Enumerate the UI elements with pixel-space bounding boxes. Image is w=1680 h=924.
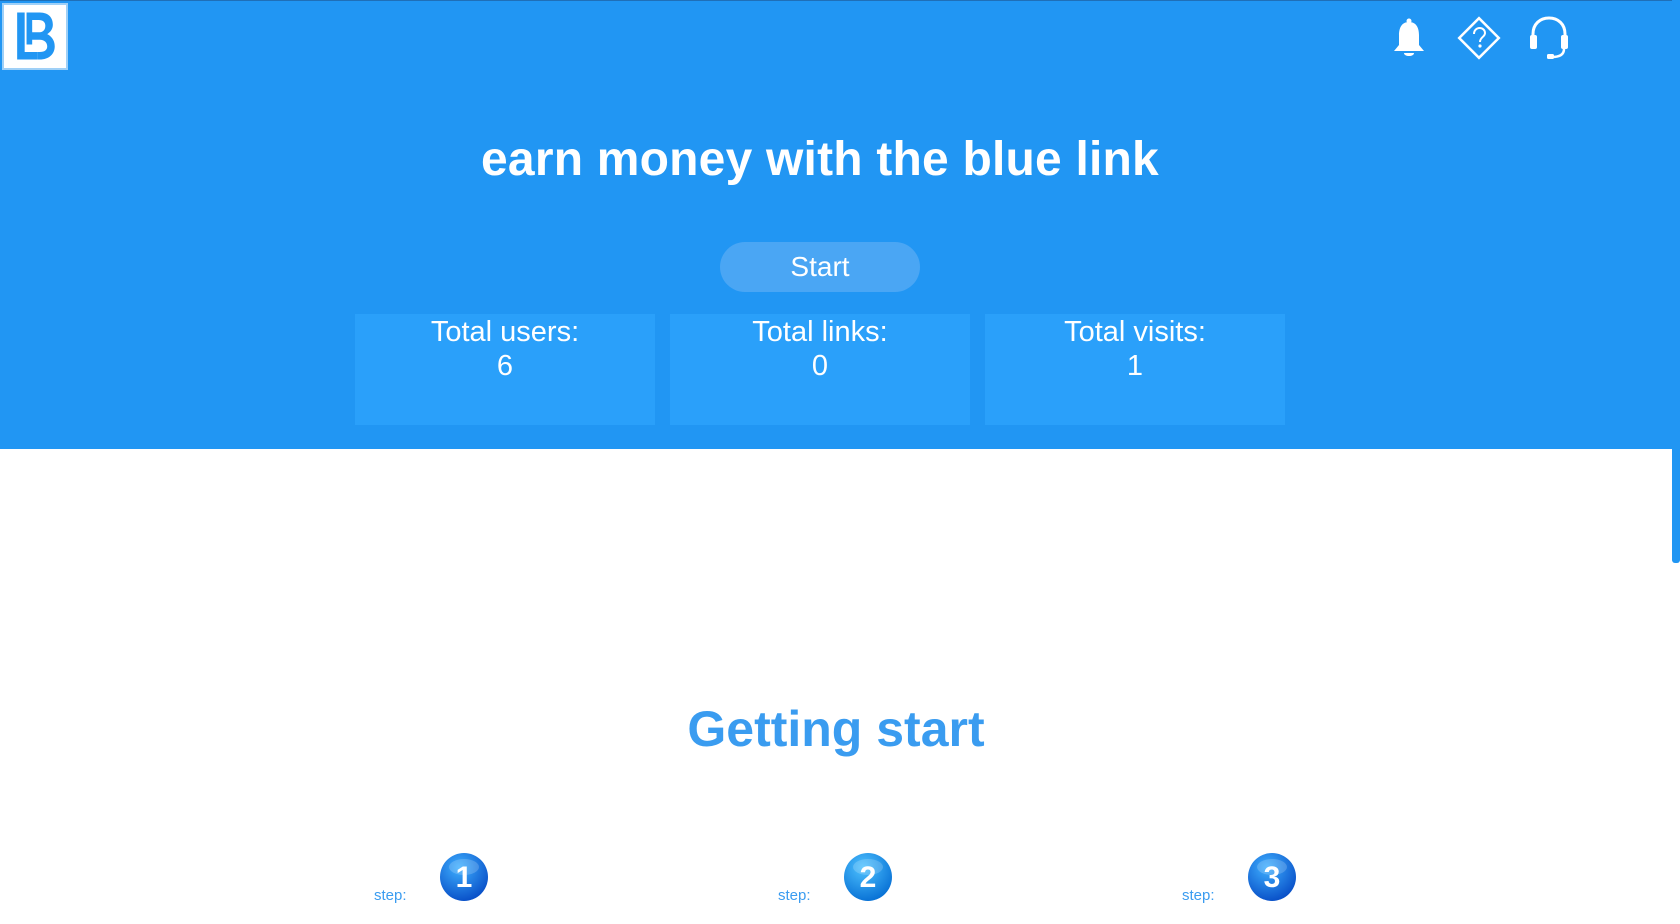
stat-label: Total visits:	[1064, 316, 1206, 348]
stat-value: 1	[1126, 350, 1144, 382]
step-number-3-icon: 3	[1247, 852, 1297, 902]
step-label: step:	[374, 887, 407, 904]
stat-label: Total users:	[430, 316, 580, 348]
step-number: 3	[1264, 861, 1281, 894]
getting-start-title: Getting start	[687, 701, 985, 757]
hero-title: earn money with the blue link	[481, 133, 1159, 186]
stat-value: 6	[496, 350, 514, 382]
page: earn money with the blue link Start Tota…	[0, 0, 1680, 924]
stat-card-links: Total links: 0	[670, 314, 970, 425]
start-button[interactable]: Start	[720, 242, 920, 292]
step-label: step:	[1182, 887, 1215, 904]
stat-label: Total links:	[752, 316, 888, 348]
step-number-2-icon: 2	[843, 852, 893, 902]
step-number: 2	[860, 861, 877, 894]
top-icon-bar	[1374, 15, 1584, 61]
steps-row: step: 1 step: 2 step: 3	[0, 850, 1672, 910]
step-label: step:	[778, 887, 811, 904]
stats-row: Total users: 6 Total links: 0 Total visi…	[355, 314, 1285, 425]
stat-card-visits: Total visits: 1	[985, 314, 1285, 425]
step-number-1-icon: 1	[439, 852, 489, 902]
hero-section: earn money with the blue link Start Tota…	[0, 0, 1672, 449]
help-diamond-icon[interactable]	[1444, 15, 1514, 61]
stat-card-users: Total users: 6	[355, 314, 655, 425]
bell-icon[interactable]	[1374, 15, 1444, 61]
bl-logo-icon[interactable]	[2, 3, 68, 70]
scrollbar[interactable]	[1672, 0, 1680, 924]
headset-icon[interactable]	[1514, 15, 1584, 61]
step-number: 1	[456, 861, 473, 894]
scrollbar-thumb[interactable]	[1672, 0, 1680, 563]
stat-value: 0	[811, 350, 829, 382]
